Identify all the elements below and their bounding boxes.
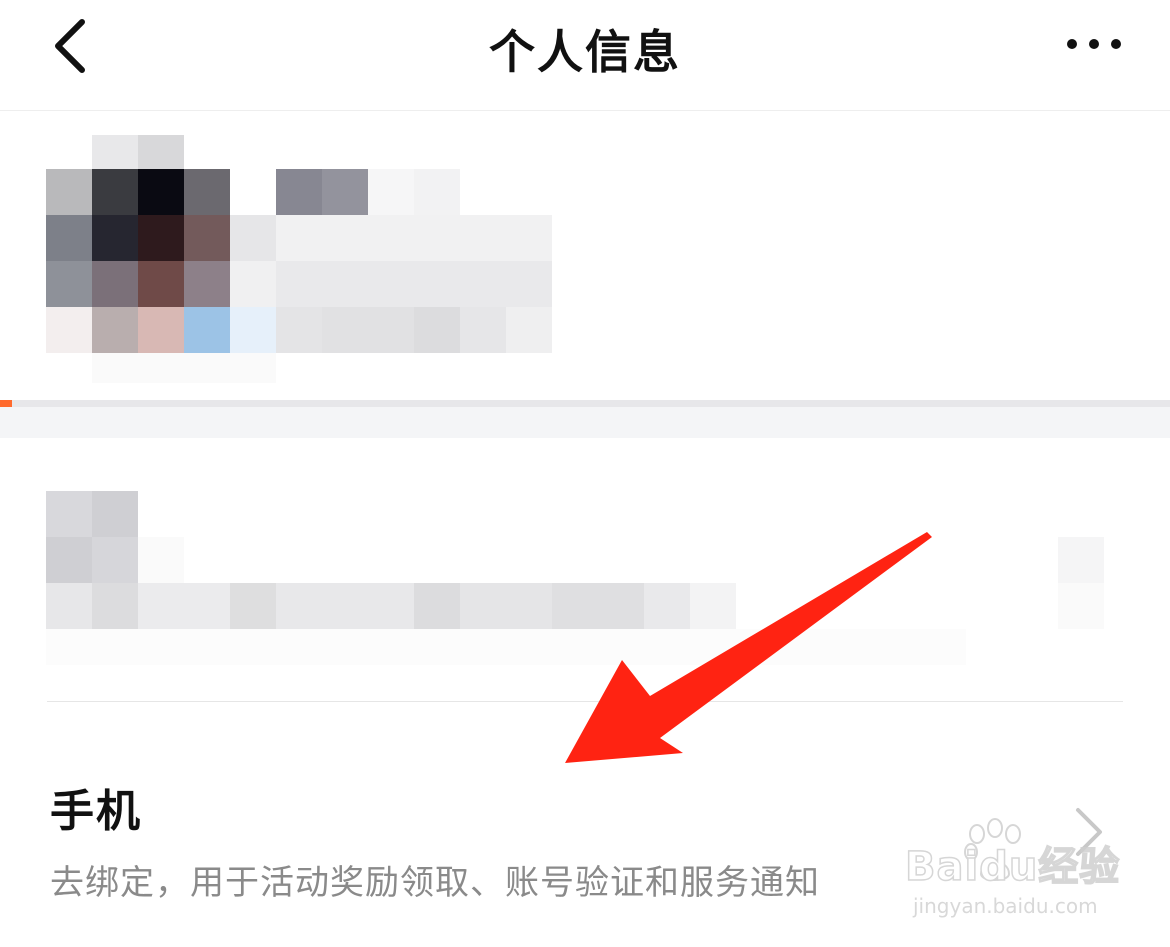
profile-summary[interactable] xyxy=(0,111,1170,407)
watermark-url: jingyan.baidu.com xyxy=(913,894,1098,918)
section-separator xyxy=(0,407,1170,438)
watermark-brand: Baidu经验 xyxy=(904,843,1121,891)
phone-row-title: 手机 xyxy=(50,786,142,837)
navigation-bar: 个人信息 xyxy=(0,0,1170,111)
page-title: 个人信息 xyxy=(489,25,681,79)
watermark: Baidu经验 jingyan.baidu.com xyxy=(904,818,1120,928)
profile-progress-bar xyxy=(0,400,1170,407)
more-options-button[interactable] xyxy=(1058,26,1130,62)
profile-progress-fill xyxy=(0,400,12,407)
phone-row-description: 去绑定，用于活动奖励领取、账号验证和服务通知 xyxy=(50,863,820,903)
account-info-row[interactable] xyxy=(0,438,1170,701)
pixelated-avatar-and-name xyxy=(46,135,552,383)
pixelated-account-info xyxy=(46,491,1104,665)
more-horizontal-icon xyxy=(1067,39,1121,49)
